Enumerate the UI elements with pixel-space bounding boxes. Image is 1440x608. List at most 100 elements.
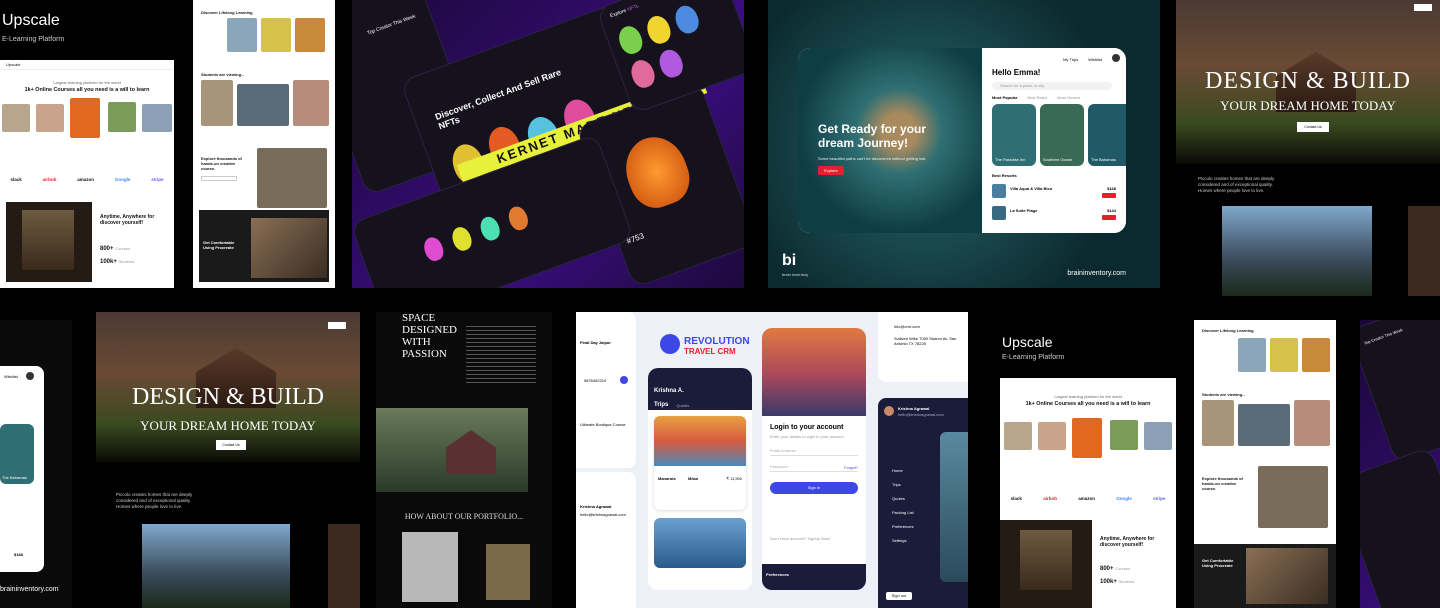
partner-logo: amazon	[1078, 496, 1095, 501]
ape-image	[671, 2, 703, 37]
contact-button[interactable]: Contact Us	[1297, 122, 1329, 132]
menu-button[interactable]	[1414, 4, 1432, 11]
book-button[interactable]	[1102, 193, 1116, 198]
menu-settings[interactable]: Settings	[892, 538, 906, 543]
travel-panel: My Trips Wishlist Hello Emma! Search for…	[982, 48, 1126, 233]
book-button[interactable]	[1102, 215, 1116, 220]
contact-button[interactable]: Contact Us	[216, 440, 246, 450]
menu-preferences[interactable]: Preferences	[892, 524, 914, 529]
stat-label: Students	[118, 259, 135, 264]
crm-profile-email: hello@krishnagrawal.com	[580, 512, 626, 517]
place-card[interactable]: The Paradise Inn	[992, 104, 1036, 166]
upscale-hero: 1k+ Online Courses all you need is a wil…	[24, 87, 150, 93]
comfort-panel: Get Comfortable Using Procreate	[199, 210, 329, 282]
crm-desc: Ultimate Boutique Course	[580, 422, 626, 427]
student-photo	[2, 104, 30, 132]
search-input[interactable]: Search for a place or city	[992, 82, 1112, 90]
home-title-2: YOUR DREAM HOME TODAY	[140, 418, 316, 433]
place-name: Southern Ocean	[1043, 157, 1073, 162]
crm-trips-phone: Krishna A. Trips Quotes Manarola Milan ₹…	[648, 368, 752, 590]
tab-most-viewed[interactable]: Most Viewed	[1057, 95, 1080, 100]
crm-profile-email: hello@krishnagrawal.com	[898, 412, 944, 417]
nav-my-trips[interactable]: My Trips	[1063, 57, 1078, 62]
bi-url[interactable]: braininventory.com	[0, 586, 59, 593]
lifelong-site-2: Discover Lifelong Learning Students are …	[1194, 320, 1336, 608]
avatar[interactable]	[884, 406, 894, 416]
travel-tabs: Most Popular Best Rated Most Viewed	[992, 95, 1080, 100]
upscale-anytime: Anytime, Anywhere for discover yourself!	[100, 214, 155, 226]
resort-photo	[992, 206, 1006, 220]
nav-wishlist[interactable]: Wishlist	[4, 374, 18, 379]
lifelong-grid	[227, 18, 327, 58]
place-card[interactable]: Southern Ocean	[1040, 104, 1084, 166]
partner-logo: Google	[1116, 496, 1132, 501]
resort-row[interactable]: Villa Aqua & Villa Bleu $168	[992, 184, 1120, 202]
place-card[interactable]: The Bahamas	[1088, 104, 1126, 166]
forgot-link[interactable]: Forgot?	[844, 465, 858, 470]
viewing-grid	[201, 80, 331, 130]
resort-price: $168	[14, 552, 23, 557]
laptop-image	[257, 148, 327, 208]
travel-explore-button[interactable]: Explore	[818, 166, 844, 175]
travel-hero-title: Get Ready for your dream Journey!	[818, 122, 927, 150]
home-title-1: DESIGN & BUILD	[1205, 68, 1411, 94]
tab-best-rated[interactable]: Best Rated	[1027, 95, 1047, 100]
lifelong-title: Discover Lifelong Learning	[1202, 328, 1254, 333]
crm-form-phone: Final Day Jaipur 9876452210 Ultimate Bou…	[576, 312, 636, 468]
avatar[interactable]	[1112, 54, 1120, 62]
menu-trips[interactable]: Trips	[892, 482, 901, 487]
crm-profile-name: Krishna Agrawal	[580, 504, 612, 509]
nav-wishlist[interactable]: Wishlist	[1088, 57, 1102, 62]
course-photo	[201, 80, 233, 126]
trip-card[interactable]	[654, 518, 746, 568]
portfolio-collage: Upscale E-Learning Platform Upscale Larg…	[0, 0, 1440, 608]
venice-image	[762, 328, 866, 416]
travel-hero-sub: Some beautiful paths can't be discovered…	[818, 156, 927, 161]
menu-home[interactable]: Home	[892, 468, 903, 473]
menu-button[interactable]	[328, 322, 346, 329]
crm-logo	[660, 334, 680, 354]
signup-link[interactable]: Don't have account? Signup Now!	[770, 536, 860, 541]
lifelong-viewing: Students are viewing...	[201, 72, 245, 77]
tab-most-popular[interactable]: Most Popular	[992, 95, 1017, 100]
trip-card[interactable]: Manarola Milan ₹ 11,592	[654, 416, 746, 510]
upscale-video	[6, 202, 92, 282]
ape-image	[627, 56, 658, 91]
crm-prefs: Preferences	[766, 572, 789, 577]
upscale-logo[interactable]: Upscale	[6, 62, 20, 67]
menu-packing-list[interactable]: Packing List	[892, 510, 914, 515]
travel-greet: Hello Emma!	[992, 68, 1041, 77]
trip-dest: Manarola	[658, 476, 676, 481]
email-field[interactable]: Email Address	[770, 446, 858, 456]
place-card[interactable]: The Bahamas	[0, 424, 34, 484]
crm-url[interactable]: info@crm.com	[894, 324, 920, 329]
crm-user: Krishna A.	[654, 388, 684, 394]
upscale-anytime: Anytime, Anywhere for discover yourself!	[1100, 536, 1155, 548]
portfolio-image	[402, 532, 458, 602]
stat-label: Courses	[1115, 566, 1131, 571]
upscale-topbar: Upscale	[0, 60, 174, 70]
course-photo	[1302, 338, 1330, 372]
resort-row[interactable]: La Suite Plage $144	[992, 206, 1120, 224]
upscale-tagline: E-Learning Platform	[1002, 354, 1065, 361]
tab-trips[interactable]: Trips	[654, 402, 668, 408]
bi-url[interactable]: braininventory.com	[1067, 270, 1126, 277]
lifelong-explore: Explore thousands of hands-on creative c…	[1202, 476, 1243, 491]
menu-quotes[interactable]: Quotes	[892, 496, 905, 501]
travel-app: Get Ready for your dream Journey! Some b…	[798, 48, 1126, 233]
avatar[interactable]	[26, 372, 34, 380]
sign-in-button[interactable]: Sign In	[770, 482, 858, 494]
resort-price: $144	[1107, 208, 1116, 213]
upscale-title: Upscale	[1002, 334, 1053, 350]
home-about: Piccolo creates homes that are deeply co…	[116, 492, 193, 509]
add-button[interactable]	[620, 376, 628, 384]
nft-feature-image	[616, 128, 697, 215]
explore-label: Explore	[609, 7, 628, 20]
stat-value: 800+	[100, 246, 114, 252]
tab-quotes[interactable]: Quotes	[676, 403, 689, 408]
bi-logo-sub: brain inventory	[782, 272, 809, 277]
signup-field[interactable]	[201, 176, 237, 181]
partner-logos: slack airbnb amazon Google stripe	[1000, 496, 1176, 501]
sign-out-button[interactable]: Sign out	[886, 592, 912, 600]
stat-value: 100k+	[1100, 579, 1117, 585]
